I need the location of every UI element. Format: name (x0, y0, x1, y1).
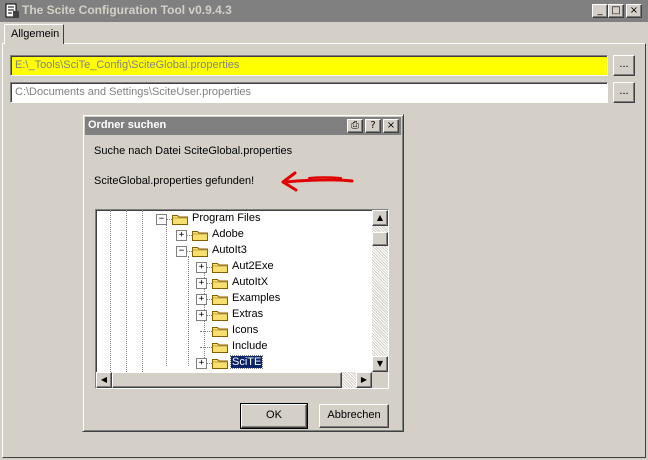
tree-node-label[interactable]: Aut2Exe (231, 260, 275, 272)
tree-guide-line (166, 222, 167, 366)
scroll-up-arrow-icon[interactable]: ▲ (372, 210, 388, 226)
folder-icon (172, 215, 188, 225)
tree-guide-line (188, 256, 189, 366)
tab-label: Allgemein (11, 28, 60, 40)
browse-user-button[interactable]: ... (613, 82, 635, 103)
tree-guide-line (110, 210, 111, 372)
tree-node-label[interactable]: AutoIt3 (211, 244, 248, 256)
folder-icon (212, 295, 228, 305)
expand-icon[interactable]: + (196, 310, 207, 321)
folder-icon (192, 247, 208, 257)
folder-icon (212, 279, 228, 289)
horizontal-scroll-thumb[interactable] (112, 372, 342, 388)
scrollbar-corner (372, 372, 388, 388)
maximize-button[interactable]: □ (608, 4, 624, 18)
dialog-title: Ordner suchen (88, 119, 167, 131)
tree-node-label[interactable]: Adobe (211, 228, 245, 240)
expand-icon[interactable]: + (196, 262, 207, 273)
vertical-scroll-thumb[interactable] (372, 232, 388, 246)
tree-node-label[interactable]: Extras (231, 308, 264, 320)
folder-icon (212, 359, 228, 369)
expand-icon[interactable]: + (196, 358, 207, 369)
search-description: Suche nach Datei SciteGlobal.properties (94, 145, 293, 157)
folder-icon (212, 343, 228, 353)
red-annotation-arrow-icon (281, 171, 354, 192)
global-properties-path-field[interactable]: E:\_Tools\SciTe_Config\SciteGlobal.prope… (10, 55, 608, 76)
collapse-icon[interactable]: − (176, 246, 187, 257)
ok-button[interactable]: OK (240, 403, 308, 429)
tree-node-label[interactable]: Examples (231, 292, 281, 304)
tree-node-label[interactable]: Include (231, 340, 268, 352)
scroll-right-arrow-icon[interactable]: ▶ (356, 372, 372, 388)
tree-guide-line (142, 210, 143, 372)
tree-node-label[interactable]: Icons (231, 324, 259, 336)
context-help-icon[interactable]: ⎙ (347, 119, 363, 133)
expand-icon[interactable]: + (176, 230, 187, 241)
tree-connector (200, 331, 212, 332)
minimize-button[interactable]: _ (592, 4, 608, 18)
tab-allgemein[interactable]: Allgemein (4, 24, 64, 44)
help-button[interactable]: ? (365, 119, 381, 133)
folder-icon (212, 327, 228, 337)
user-properties-path-field[interactable]: C:\Documents and Settings\SciteUser.prop… (10, 82, 608, 103)
folder-icon (212, 263, 228, 273)
window-title: The Scite Configuration Tool v0.9.4.3 (22, 3, 232, 17)
folder-tree-view[interactable]: − Program Files + Adobe − AutoIt3 + Aut2Exe + Aut… (95, 209, 389, 389)
collapse-icon[interactable]: − (156, 214, 167, 225)
scroll-left-arrow-icon[interactable]: ◀ (96, 372, 112, 388)
expand-icon[interactable]: + (196, 294, 207, 305)
tree-guide-line (126, 210, 127, 372)
expand-icon[interactable]: + (196, 278, 207, 289)
cancel-button[interactable]: Abbrechen (319, 404, 389, 428)
window-titlebar[interactable]: The Scite Configuration Tool v0.9.4.3 _ … (0, 0, 648, 22)
browse-global-button[interactable]: ... (613, 55, 635, 76)
folder-icon (192, 231, 208, 241)
tree-connector (200, 347, 212, 348)
dialog-titlebar[interactable]: Ordner suchen ⎙ ? × (85, 117, 401, 135)
scroll-down-arrow-icon[interactable]: ▼ (372, 356, 388, 372)
tree-node-label[interactable]: SciTE (229, 355, 264, 369)
close-button[interactable]: × (626, 4, 642, 18)
scite-app-icon (5, 3, 19, 18)
tree-node-label[interactable]: AutoItX (231, 276, 269, 288)
folder-browse-dialog: Ordner suchen ⎙ ? × Suche nach Datei Sci… (82, 114, 404, 432)
tree-node-label[interactable]: Program Files (191, 212, 261, 224)
folder-icon (212, 311, 228, 321)
found-message: SciteGlobal.properties gefunden! (94, 175, 255, 187)
dialog-close-button[interactable]: × (383, 119, 399, 133)
